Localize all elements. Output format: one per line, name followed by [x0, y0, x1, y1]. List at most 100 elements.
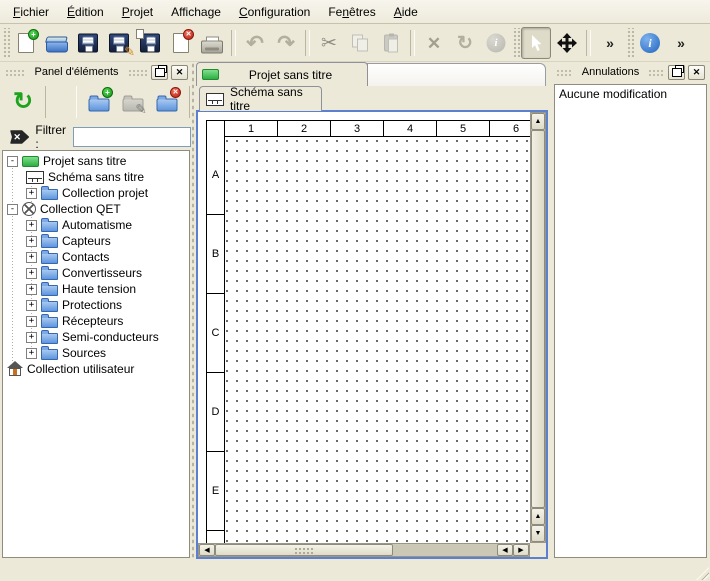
toolbar-button[interactable]	[42, 27, 72, 59]
menu-item-label-post: e	[214, 5, 221, 19]
menu-item[interactable]: Fenêtres	[319, 0, 384, 23]
menu-item[interactable]: Édition	[58, 0, 113, 23]
clear-filter-icon[interactable]: ✕	[10, 129, 29, 145]
close-dock-button[interactable]: ✕	[171, 65, 188, 80]
toolbar-button[interactable]	[586, 30, 591, 56]
row-label-cell: E	[206, 452, 225, 531]
filter-input[interactable]	[73, 127, 191, 147]
horizontal-scroll-track[interactable]	[393, 544, 497, 556]
dock-splitter[interactable]	[191, 62, 195, 558]
tree-item-icon	[41, 221, 58, 232]
tree-item[interactable]: Collection utilisateur	[3, 361, 189, 377]
expander-icon[interactable]	[26, 252, 37, 263]
expander-icon[interactable]	[26, 236, 37, 247]
menu-item[interactable]: Aide	[385, 0, 427, 23]
toolbar-button[interactable]: i	[481, 27, 511, 59]
expander-icon[interactable]	[26, 284, 37, 295]
toolbar-button[interactable]: ↶	[240, 27, 270, 59]
elements-panel-titlebar[interactable]: Panel d'éléments ✕	[2, 62, 191, 82]
expander-icon[interactable]	[26, 220, 37, 231]
tree-item[interactable]: Haute tension	[3, 281, 189, 297]
diagram-view: 1 2 3 4 5 6 A	[196, 110, 548, 559]
expander-icon[interactable]	[7, 204, 18, 215]
panel-toolbar-button[interactable]	[152, 86, 182, 118]
toolbar-button[interactable]	[11, 27, 41, 59]
float-dock-button[interactable]	[151, 65, 168, 80]
scroll-down-button[interactable]: ▼	[531, 525, 545, 542]
menu-item[interactable]: Fichier	[4, 0, 58, 23]
scroll-up-button[interactable]: ▲	[531, 113, 545, 130]
tab-project-label: Projet sans titre	[219, 68, 362, 82]
toolbar-button[interactable]	[345, 27, 375, 59]
tree-item[interactable]: Automatisme	[3, 217, 189, 233]
scroll-up-button-bottom[interactable]: ▲	[531, 508, 545, 525]
panel-toolbar-button[interactable]: ✎	[118, 86, 148, 118]
toolbar-button[interactable]	[305, 30, 310, 56]
toolbar-button-badge	[183, 29, 194, 40]
tree-item[interactable]: Semi-conducteurs	[3, 329, 189, 345]
menu-item[interactable]: Projet	[113, 0, 162, 23]
toolbar-button[interactable]: ✂	[314, 27, 344, 59]
toolbar-button[interactable]	[626, 28, 634, 58]
toolbar-button[interactable]	[73, 27, 103, 59]
toolbar-button[interactable]	[521, 27, 551, 59]
toolbar-button[interactable]	[512, 28, 520, 58]
tree-item[interactable]: Capteurs	[3, 233, 189, 249]
close-dock-button[interactable]: ✕	[688, 65, 705, 80]
tree-item-label: Haute tension	[62, 282, 136, 296]
toolbar-button[interactable]: ✎	[104, 27, 134, 59]
scroll-left-button-right[interactable]: ◀	[497, 544, 513, 556]
expander-icon[interactable]	[7, 156, 18, 167]
expander-icon[interactable]	[26, 268, 37, 279]
vertical-scroll-thumb[interactable]	[531, 130, 545, 508]
tree-item[interactable]: Sources	[3, 345, 189, 361]
toolbar-button[interactable]: ↷	[271, 27, 301, 59]
expander-icon[interactable]	[26, 332, 37, 343]
scroll-left-button[interactable]: ◀	[199, 544, 215, 556]
expander-icon[interactable]	[26, 188, 37, 199]
expander-icon[interactable]	[26, 316, 37, 327]
tab-project[interactable]: Projet sans titre	[196, 62, 368, 86]
panel-toolbar-button[interactable]	[45, 86, 77, 118]
main-toolbar: ✎	[0, 25, 710, 62]
toolbar-button-glyph: ✕	[427, 35, 441, 52]
dock-grip-texture	[5, 68, 25, 77]
toolbar-button[interactable]	[166, 27, 196, 59]
tree-item[interactable]: Collection projet	[3, 185, 189, 201]
scroll-right-button[interactable]: ▶	[513, 544, 529, 556]
tree-item[interactable]: Schéma sans titre	[3, 169, 189, 185]
toolbar-button[interactable]	[231, 30, 236, 56]
toolbar-button[interactable]: ✕	[419, 27, 449, 59]
horizontal-scroll-thumb[interactable]	[215, 544, 393, 556]
toolbar-button[interactable]	[376, 27, 406, 59]
tree-item[interactable]: Protections	[3, 297, 189, 313]
tab-schema[interactable]: Schéma sans titre	[199, 86, 322, 111]
close-icon: ✕	[176, 67, 184, 78]
resize-grip[interactable]	[696, 567, 709, 580]
panel-toolbar-button[interactable]	[84, 86, 114, 118]
toolbar-button[interactable]: ↻	[450, 27, 480, 59]
tree-item[interactable]: Projet sans titre	[3, 153, 189, 169]
toolbar-button[interactable]	[552, 27, 582, 59]
panel-toolbar-button[interactable]: ↻	[8, 86, 38, 118]
toolbar-button[interactable]	[2, 28, 10, 58]
toolbar-button[interactable]	[197, 27, 227, 59]
expander-icon[interactable]	[26, 300, 37, 311]
undo-list-item[interactable]: Aucune modification	[555, 85, 706, 105]
menu-item[interactable]: Configuration	[230, 0, 319, 23]
toolbar-button[interactable]: i	[635, 27, 665, 59]
expander-icon[interactable]	[26, 348, 37, 359]
tree-item[interactable]: Récepteurs	[3, 313, 189, 329]
toolbar-button[interactable]	[135, 27, 165, 59]
tree-item[interactable]: Collection QET	[3, 201, 189, 217]
toolbar-button[interactable]: »	[666, 27, 696, 59]
toolbar-button[interactable]: »	[595, 27, 625, 59]
tree-item[interactable]: Contacts	[3, 249, 189, 265]
tree-item[interactable]: Convertisseurs	[3, 265, 189, 281]
toolbar-button-glyph: »	[606, 36, 614, 50]
diagram-canvas[interactable]: 1 2 3 4 5 6 A	[198, 112, 530, 543]
float-dock-button[interactable]	[668, 65, 685, 80]
undo-panel-titlebar[interactable]: Annulations ✕	[553, 62, 708, 82]
toolbar-button[interactable]	[410, 30, 415, 56]
menu-item[interactable]: Affichage	[162, 0, 230, 23]
